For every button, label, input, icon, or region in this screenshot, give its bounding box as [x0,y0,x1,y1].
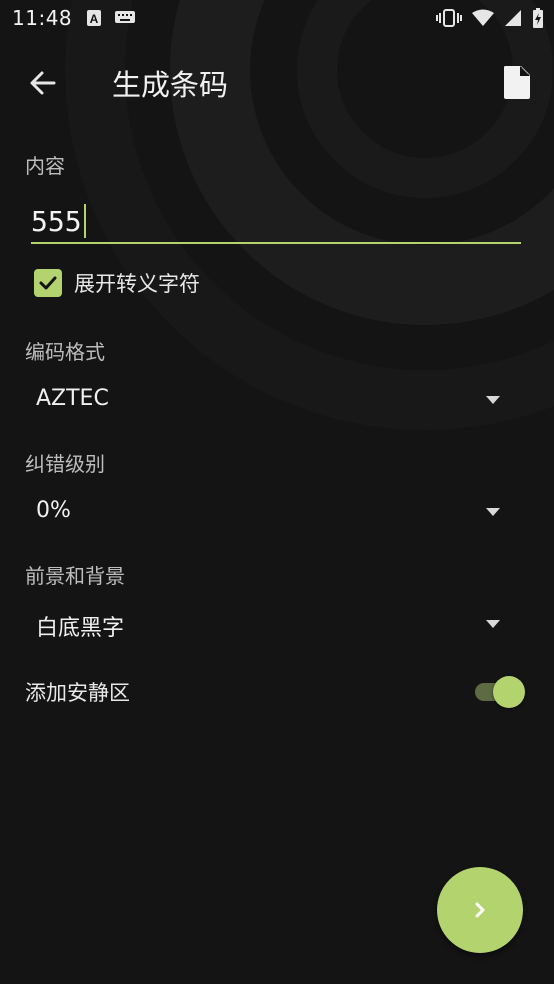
status-bar: 11:48 A [0,0,554,36]
content-input-value: 555 [31,205,82,238]
app-bar: 生成条码 [0,36,554,124]
signal-icon [505,10,521,26]
save-file-button[interactable] [502,64,532,100]
wifi-icon [472,9,494,26]
text-a-icon: A [87,10,101,26]
colors-label: 前景和背景 [25,564,125,588]
content-label: 内容 [25,154,65,178]
escape-chars-label: 展开转义字符 [74,272,200,296]
encoding-format-dropdown[interactable]: AZTEC [36,376,506,424]
error-correction-dropdown[interactable]: 0% [36,488,506,536]
colors-value: 白底黑字 [36,616,125,641]
text-cursor [83,204,86,238]
svg-text:A: A [90,12,99,26]
quiet-zone-switch[interactable] [475,674,525,708]
keyboard-icon [115,11,135,23]
battery-icon [533,8,543,28]
vibrate-icon [436,9,462,27]
arrow-left-icon [30,71,56,95]
error-correction-label: 纠错级别 [25,452,105,476]
page-title: 生成条码 [112,68,229,102]
quiet-zone-label: 添加安静区 [25,681,130,705]
dropdown-arrow-icon [486,508,500,516]
switch-thumb [493,676,525,708]
content-input[interactable]: 555 [31,200,521,244]
escape-chars-checkbox[interactable] [34,269,62,297]
dropdown-arrow-icon [486,396,500,404]
colors-dropdown[interactable]: 白底黑字 [36,600,506,648]
status-time: 11:48 [12,6,73,30]
check-icon [39,276,57,290]
file-icon [504,66,530,99]
escape-chars-checkbox-row[interactable]: 展开转义字符 [34,268,200,298]
dropdown-arrow-icon [486,620,500,628]
encoding-format-value: AZTEC [36,386,109,411]
encoding-format-label: 编码格式 [25,340,105,364]
chevron-right-icon [475,902,485,918]
generate-button[interactable] [437,867,523,953]
error-correction-value: 0% [36,498,71,523]
quiet-zone-row: 添加安静区 [25,670,525,710]
back-button[interactable] [24,64,62,102]
